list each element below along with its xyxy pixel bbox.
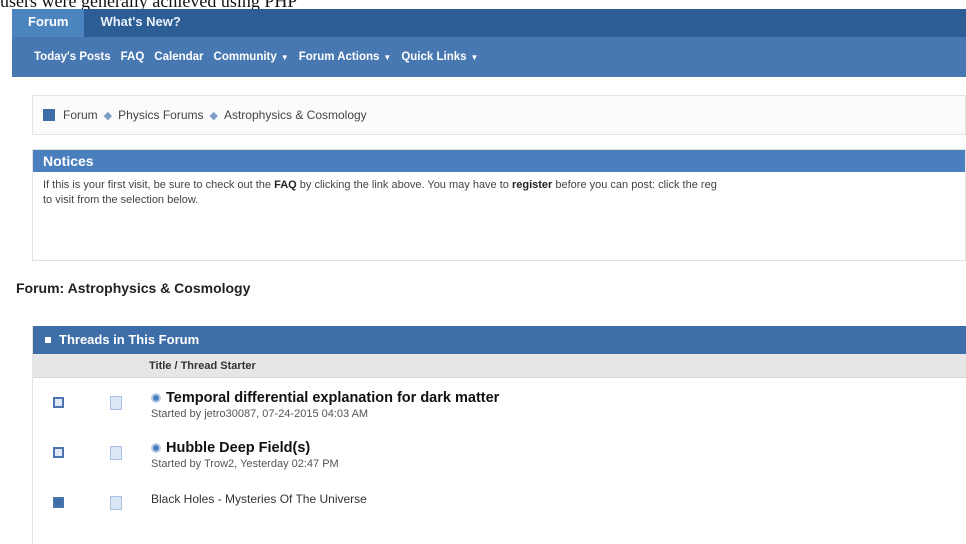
- thread-status-icon: [53, 447, 64, 458]
- notices-text-part: by clicking the link above. You may have…: [296, 179, 512, 191]
- breadcrumb-separator-icon: ◆: [209, 109, 218, 122]
- nav-todays-posts[interactable]: Today's Posts: [34, 51, 111, 63]
- thread-status-icon: [53, 497, 64, 508]
- table-row: Hubble Deep Field(s) Started by Trow2, Y…: [33, 438, 966, 478]
- nav-tabs: Forum What's New?: [12, 9, 197, 37]
- register-link[interactable]: register: [512, 179, 552, 191]
- document-icon: [110, 496, 122, 510]
- table-row: Black Holes - Mysteries Of The Universe: [33, 488, 966, 528]
- tab-whats-new[interactable]: What's New?: [84, 9, 196, 37]
- notices-title: Notices: [33, 150, 965, 172]
- notices-panel: Notices If this is your first visit, be …: [32, 149, 966, 261]
- breadcrumb: Forum ◆ Physics Forums ◆ Astrophysics & …: [32, 95, 966, 135]
- new-post-icon[interactable]: [151, 443, 161, 453]
- table-row: Temporal differential explanation for da…: [33, 388, 966, 428]
- notices-text-part: to visit from the selection below.: [43, 194, 199, 206]
- new-post-icon[interactable]: [151, 393, 161, 403]
- notices-text: If this is your first visit, be sure to …: [33, 172, 965, 214]
- breadcrumb-astrophysics[interactable]: Astrophysics & Cosmology: [224, 108, 367, 122]
- document-icon: [110, 396, 122, 410]
- chevron-down-icon: ▼: [383, 52, 392, 62]
- column-header: Title / Thread Starter: [33, 354, 966, 378]
- breadcrumb-physics-forums[interactable]: Physics Forums: [118, 108, 203, 122]
- threads-header: Threads in This Forum: [33, 326, 966, 354]
- page-title: Forum: Astrophysics & Cosmology: [16, 280, 251, 296]
- tab-forum[interactable]: Forum: [12, 9, 85, 37]
- thread-title[interactable]: Black Holes - Mysteries Of The Universe: [151, 492, 367, 506]
- thread-title-text[interactable]: Hubble Deep Field(s): [166, 440, 310, 456]
- document-icon: [110, 446, 122, 460]
- thread-title-text[interactable]: Black Holes - Mysteries Of The Universe: [151, 492, 367, 506]
- chevron-down-icon: ▼: [470, 52, 479, 62]
- thread-title[interactable]: Hubble Deep Field(s): [151, 440, 310, 456]
- sub-navigation: Today's Posts FAQ Calendar Community ▼ Fo…: [12, 37, 966, 77]
- threads-panel: Threads in This Forum Title / Thread Sta…: [32, 326, 966, 544]
- nav-calendar[interactable]: Calendar: [154, 51, 203, 63]
- thread-title[interactable]: Temporal differential explanation for da…: [151, 390, 499, 406]
- faq-link[interactable]: FAQ: [274, 179, 297, 191]
- threads-title: Threads in This Forum: [59, 332, 200, 347]
- home-icon[interactable]: [43, 109, 55, 121]
- nav-faq[interactable]: FAQ: [121, 51, 145, 63]
- thread-status-icon: [53, 397, 64, 408]
- chevron-down-icon: ▼: [280, 52, 289, 62]
- thread-title-text[interactable]: Temporal differential explanation for da…: [166, 390, 499, 406]
- navbar: Forum What's New? Today's Posts FAQ Cale…: [12, 9, 966, 77]
- notices-text-part: before you can post: click the reg: [552, 179, 717, 191]
- nav-community[interactable]: Community ▼: [214, 51, 289, 63]
- nav-forum-actions[interactable]: Forum Actions ▼: [299, 51, 392, 63]
- nav-quick-links[interactable]: Quick Links ▼: [401, 51, 478, 63]
- breadcrumb-separator-icon: ◆: [103, 109, 113, 122]
- column-title-thread-starter[interactable]: Title / Thread Starter: [149, 360, 256, 372]
- collapse-icon[interactable]: [45, 337, 51, 343]
- thread-starter: Started by Trow2, Yesterday 02:47 PM: [151, 458, 339, 470]
- thread-starter: Started by jetro30087, 07-24-2015 04:03 …: [151, 408, 369, 420]
- notices-text-part: If this is your first visit, be sure to …: [43, 179, 275, 191]
- breadcrumb-forum[interactable]: Forum: [63, 108, 98, 122]
